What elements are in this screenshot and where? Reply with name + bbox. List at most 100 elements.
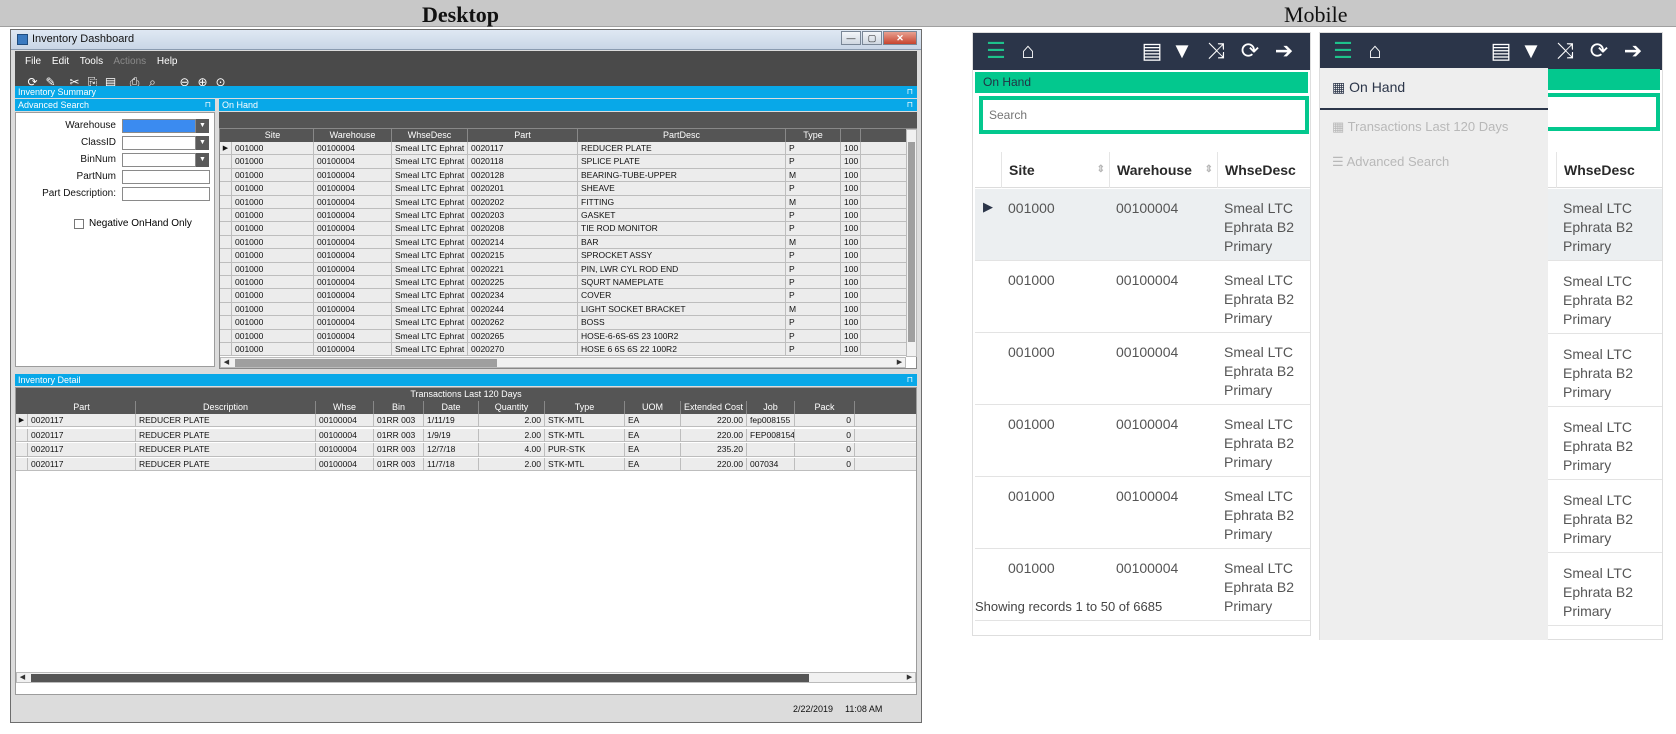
table-row[interactable]: 001000 00100004 Smeal LTC Ephrat 0020215 SPR… <box>220 249 906 263</box>
list-item[interactable]: Smeal LTC Ephrata B2 Primary <box>1548 408 1662 480</box>
table-row[interactable]: 001000 00100004 Smeal LTC Ephrat 0020128 BEA… <box>220 168 906 183</box>
row-selector[interactable]: ▶ <box>16 414 28 427</box>
table-row[interactable]: ▶ 0020117 REDUCER PLATE 00100004 01RR 003 1/1… <box>16 414 916 428</box>
home-icon[interactable]: ⌂ <box>1362 39 1388 63</box>
on-hand-vertical-scrollbar[interactable] <box>906 129 917 357</box>
header-job[interactable]: Job <box>747 401 795 414</box>
table-row[interactable]: 0020117 REDUCER PLATE 00100004 01RR 003 1/9/… <box>16 428 916 442</box>
list-icon[interactable]: ▤ <box>1488 39 1514 63</box>
mobile-search[interactable] <box>979 96 1309 134</box>
header-whse[interactable]: Whse <box>316 401 374 414</box>
header-pack[interactable]: Pack <box>795 401 855 414</box>
row-selector[interactable] <box>220 289 232 303</box>
scroll-thumb[interactable] <box>31 674 809 682</box>
header-extended-cost[interactable]: Extended Cost <box>681 401 747 414</box>
list-item[interactable]: 001000 00100004 Smeal LTC Ephrata B2 Primary <box>975 477 1310 549</box>
classid-dropdown[interactable] <box>122 136 196 150</box>
table-row[interactable]: 001000 00100004 Smeal LTC Ephrat 0020203 GAS… <box>220 209 906 223</box>
list-item[interactable]: Smeal LTC Ephrata B2 Primary <box>1548 262 1662 334</box>
table-row[interactable]: 001000 00100004 Smeal LTC Ephrat 0020270 HOS… <box>220 343 906 357</box>
chevron-down-icon[interactable]: ▼ <box>196 136 209 150</box>
row-selector[interactable] <box>220 329 232 343</box>
minimize-button[interactable]: — <box>841 31 861 45</box>
list-item[interactable]: 001000 00100004 Smeal LTC Ephrata B2 Primary <box>975 549 1310 621</box>
row-selector[interactable] <box>220 235 232 249</box>
row-selector[interactable] <box>220 343 232 356</box>
negative-onhand-checkbox[interactable] <box>74 219 84 229</box>
row-selector[interactable] <box>220 316 232 330</box>
scroll-right-icon[interactable]: ▶ <box>894 358 905 367</box>
drawer-item-transactions[interactable]: ▦ Transactions Last 120 Days <box>1332 119 1508 135</box>
row-selector[interactable] <box>16 457 28 471</box>
binnum-dropdown[interactable] <box>122 153 196 167</box>
menu-tools[interactable]: Tools <box>80 56 103 67</box>
window-titlebar[interactable]: Inventory Dashboard — ▢ ✕ <box>11 30 921 50</box>
column-whsedesc[interactable]: WhseDesc <box>1556 152 1662 188</box>
column-site[interactable]: Site ⇕ <box>1001 152 1109 188</box>
table-row[interactable]: 001000 00100004 Smeal LTC Ephrat 0020221 PIN… <box>220 262 906 276</box>
list-item[interactable]: ▶ 001000 00100004 Smeal LTC Ephrata B2 Primar… <box>975 189 1310 261</box>
partnum-input[interactable] <box>122 170 210 184</box>
row-selector[interactable] <box>220 155 232 169</box>
header-warehouse[interactable]: Warehouse <box>314 129 392 142</box>
column-warehouse[interactable]: Warehouse ⇕ <box>1109 152 1217 188</box>
drawer-item-advanced-search[interactable]: ☰ Advanced Search <box>1332 154 1449 170</box>
header-part[interactable]: Part <box>468 129 578 142</box>
list-item[interactable]: Smeal LTC Ephrata B2 Primary <box>1548 189 1662 261</box>
header-type[interactable]: Type <box>786 129 841 142</box>
table-row[interactable]: 001000 00100004 Smeal LTC Ephrat 0020201 SHE… <box>220 182 906 196</box>
row-selector[interactable] <box>220 302 232 316</box>
list-item[interactable]: 001000 00100004 Smeal LTC Ephrata B2 Primary <box>975 261 1310 333</box>
on-hand-horizontal-scrollbar[interactable]: ◀ ▶ <box>220 357 906 368</box>
table-row[interactable]: 001000 00100004 Smeal LTC Ephrat 0020208 TIE… <box>220 222 906 236</box>
chevron-down-icon[interactable]: ▼ <box>196 119 209 133</box>
header-site[interactable]: Site <box>232 129 314 142</box>
table-row[interactable]: 0020117 REDUCER PLATE 00100004 01RR 003 12/7… <box>16 443 916 457</box>
inventory-summary-bar[interactable]: Inventory Summary ⊓ <box>15 86 917 98</box>
search-input[interactable] <box>983 100 1305 130</box>
table-row[interactable]: 001000 00100004 Smeal LTC Ephrat 0020225 SQU… <box>220 276 906 290</box>
header-quantity[interactable]: Quantity <box>479 401 545 414</box>
menu-icon[interactable]: ☰ <box>1330 39 1356 63</box>
table-row[interactable]: 001000 00100004 Smeal LTC Ephrat 0020234 COV… <box>220 289 906 303</box>
scroll-left-icon[interactable]: ◀ <box>221 358 232 367</box>
menu-icon[interactable]: ☰ <box>983 39 1009 63</box>
table-row[interactable]: 001000 00100004 Smeal LTC Ephrat 0020214 BAR… <box>220 235 906 250</box>
list-icon[interactable]: ▤ <box>1139 39 1165 63</box>
maximize-button[interactable]: ▢ <box>862 31 882 45</box>
home-icon[interactable]: ⌂ <box>1015 39 1041 63</box>
table-row[interactable]: 001000 00100004 Smeal LTC Ephrat 0020244 LIG… <box>220 302 906 317</box>
row-selector[interactable] <box>220 262 232 276</box>
row-selector[interactable] <box>220 168 232 182</box>
row-selector[interactable] <box>220 249 232 263</box>
table-row[interactable]: 0020117 REDUCER PLATE 00100004 01RR 003 11/7… <box>16 457 916 472</box>
sort-icon[interactable]: ⇕ <box>1097 152 1105 188</box>
scroll-thumb[interactable] <box>235 359 497 367</box>
list-item[interactable]: Smeal LTC Ephrata B2 Primary <box>1548 335 1662 407</box>
row-selector[interactable] <box>220 276 232 289</box>
table-row[interactable]: 001000 00100004 Smeal LTC Ephrat 0020265 HOS… <box>220 329 906 343</box>
scroll-left-icon[interactable]: ◀ <box>17 673 28 682</box>
filter-icon[interactable]: ▼ <box>1518 39 1544 63</box>
on-hand-bar[interactable]: On Hand ⊓ <box>219 99 917 111</box>
pin-icon[interactable]: ⊓ <box>907 99 913 111</box>
row-selector[interactable] <box>16 428 28 442</box>
pin-icon[interactable]: ⊓ <box>907 374 913 386</box>
shuffle-icon[interactable]: ⤨ <box>1552 39 1578 63</box>
list-item[interactable]: Smeal LTC Ephrata B2 Primary <box>1548 554 1662 626</box>
scroll-thumb[interactable] <box>908 142 915 342</box>
header-date[interactable]: Date <box>424 401 479 414</box>
row-selector[interactable] <box>220 209 232 222</box>
detail-horizontal-scrollbar[interactable]: ◀ ▶ <box>16 672 916 683</box>
header-description[interactable]: Description <box>136 401 316 414</box>
mobile-search-partial[interactable] <box>1548 93 1660 131</box>
warehouse-dropdown[interactable] <box>122 119 196 133</box>
table-row[interactable]: 001000 00100004 Smeal LTC Ephrat 0020202 FIT… <box>220 195 906 209</box>
table-row[interactable]: 001000 00100004 Smeal LTC Ephrat 0020262 BOS… <box>220 316 906 330</box>
list-item[interactable]: Smeal LTC Ephrata B2 Primary <box>1548 481 1662 553</box>
header-bin[interactable]: Bin <box>374 401 424 414</box>
header-uom[interactable]: UOM <box>625 401 681 414</box>
row-selector[interactable] <box>16 443 28 457</box>
drawer-item-on-hand[interactable]: ▦ On Hand <box>1332 79 1405 96</box>
chevron-down-icon[interactable]: ▼ <box>196 153 209 167</box>
